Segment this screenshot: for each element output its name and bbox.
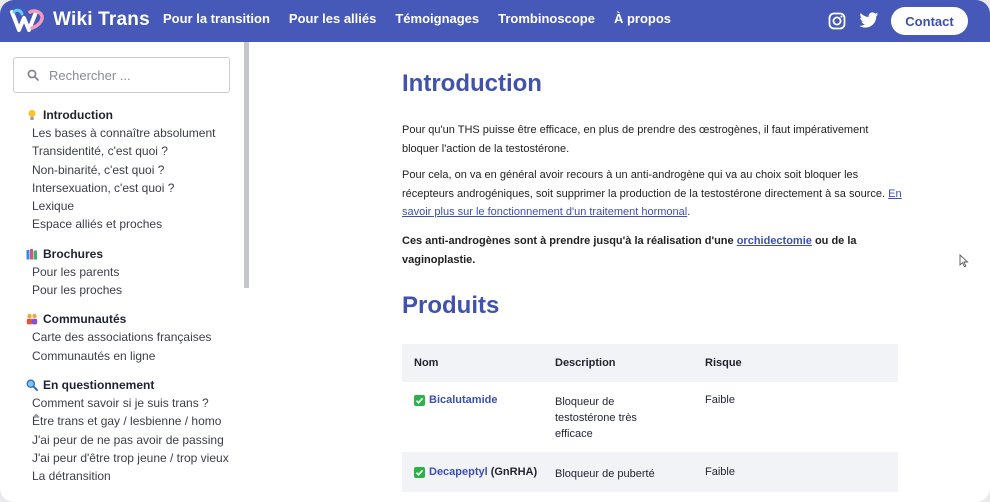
sidebar-section-brochures: Brochures Pour les parents Pour les proc… <box>0 245 240 300</box>
paragraph-duree: Ces anti-androgènes sont à prendre jusqu… <box>402 235 857 266</box>
twitter-icon[interactable] <box>859 12 879 29</box>
magnifier-icon <box>26 379 38 391</box>
product-risk: Faible <box>705 466 735 478</box>
sidebar-section-title[interactable]: Introduction <box>0 106 240 124</box>
sidebar-item[interactable]: Lexique <box>0 197 240 215</box>
mouse-cursor-icon <box>959 254 969 268</box>
sidebar-section-en-questionnement: En questionnement Comment savoir si je s… <box>0 376 240 485</box>
wiki-trans-logo-icon[interactable] <box>10 8 46 34</box>
search-box[interactable] <box>13 57 230 93</box>
product-risk: Faible <box>705 394 735 406</box>
lightbulb-icon <box>28 109 36 120</box>
link-orchidectomie[interactable]: orchidectomie <box>737 235 812 247</box>
product-name: Decapeptyl (GnRHA) <box>414 466 555 478</box>
nav-a-propos[interactable]: À propos <box>614 11 671 26</box>
nav-trombinoscope[interactable]: Trombinoscope <box>498 11 595 26</box>
product-link-bicalutamide[interactable]: Bicalutamide <box>429 394 497 406</box>
column-header-description: Description <box>555 357 616 369</box>
search-input[interactable] <box>49 67 209 83</box>
checkmark-icon <box>414 395 425 406</box>
column-header-risque: Risque <box>705 357 742 369</box>
product-description: Bloqueur de puberté <box>555 468 655 480</box>
product-link-decapeptyl[interactable]: Decapeptyl <box>429 466 488 478</box>
contact-button[interactable]: Contact <box>891 7 968 35</box>
page-title: Introduction <box>402 70 542 97</box>
main-nav: Pour la transition Pour les alliés Témoi… <box>163 11 690 26</box>
people-icon <box>26 314 38 325</box>
column-header-nom: Nom <box>414 357 439 369</box>
sidebar-item[interactable]: Transidentité, c'est quoi ? <box>0 142 240 160</box>
sidebar-section-title[interactable]: En questionnement <box>0 376 240 394</box>
sidebar-item[interactable]: Espace alliés et proches <box>0 215 240 233</box>
sidebar-item[interactable]: La détransition <box>0 467 240 485</box>
products-table: Nom Description Risque Bicalutamide Bloq… <box>402 344 898 492</box>
checkmark-icon <box>414 467 425 478</box>
table-row: Bicalutamide Bloqueur de testostérone tr… <box>402 382 898 452</box>
product-description: Bloqueur de testostérone très efficace <box>555 396 637 440</box>
product-name-suffix: (GnRHA) <box>490 466 538 478</box>
sidebar: Introduction Les bases à connaître absol… <box>0 42 250 502</box>
sidebar-item[interactable]: J'ai peur d'être trop jeune / trop vieux <box>0 449 240 467</box>
sidebar-section-introduction: Introduction Les bases à connaître absol… <box>0 106 240 234</box>
browser-window: Wiki Trans Pour la transition Pour les a… <box>0 0 990 502</box>
sidebar-item[interactable]: Pour les parents <box>0 263 240 281</box>
sidebar-item[interactable]: Être trans et gay / lesbienne / homo <box>0 412 240 430</box>
sidebar-item[interactable]: Communautés en ligne <box>0 347 240 365</box>
sidebar-item[interactable]: Intersexuation, c'est quoi ? <box>0 179 240 197</box>
sidebar-item[interactable]: Les bases à connaître absolument <box>0 124 240 142</box>
sidebar-item[interactable]: Pour les proches <box>0 281 240 299</box>
sidebar-section-communautes: Communautés Carte des associations franç… <box>0 310 240 365</box>
books-icon <box>26 248 37 260</box>
search-icon <box>27 69 39 81</box>
sidebar-item[interactable]: Comment savoir si je suis trans ? <box>0 394 240 412</box>
sidebar-section-title[interactable]: Communautés <box>0 310 240 328</box>
nav-pour-les-allies[interactable]: Pour les alliés <box>289 11 376 26</box>
table-row: Decapeptyl (GnRHA) Bloqueur de puberté F… <box>402 452 898 492</box>
nav-temoignages[interactable]: Témoignages <box>395 11 479 26</box>
site-brand[interactable]: Wiki Trans <box>53 9 150 31</box>
instagram-icon[interactable] <box>828 12 846 30</box>
top-navigation-bar: Wiki Trans Pour la transition Pour les a… <box>0 0 990 42</box>
product-name: Bicalutamide <box>414 394 555 406</box>
sidebar-item[interactable]: J'ai peur de ne pas avoir de passing <box>0 431 240 449</box>
nav-pour-la-transition[interactable]: Pour la transition <box>163 11 270 26</box>
sidebar-section-title[interactable]: Brochures <box>0 245 240 263</box>
paragraph-intro: Pour qu'un THS puisse être efficace, en … <box>402 124 869 155</box>
sidebar-nav: Introduction Les bases à connaître absol… <box>0 106 240 496</box>
sidebar-scrollbar[interactable] <box>244 42 249 288</box>
table-header: Nom Description Risque <box>402 344 898 382</box>
sidebar-item[interactable]: Non-binarité, c'est quoi ? <box>0 161 240 179</box>
paragraph-anti-androgene: Pour cela, on va en général avoir recour… <box>402 169 902 218</box>
sidebar-item[interactable]: Carte des associations françaises <box>0 328 240 346</box>
section-title-produits: Produits <box>402 292 500 319</box>
